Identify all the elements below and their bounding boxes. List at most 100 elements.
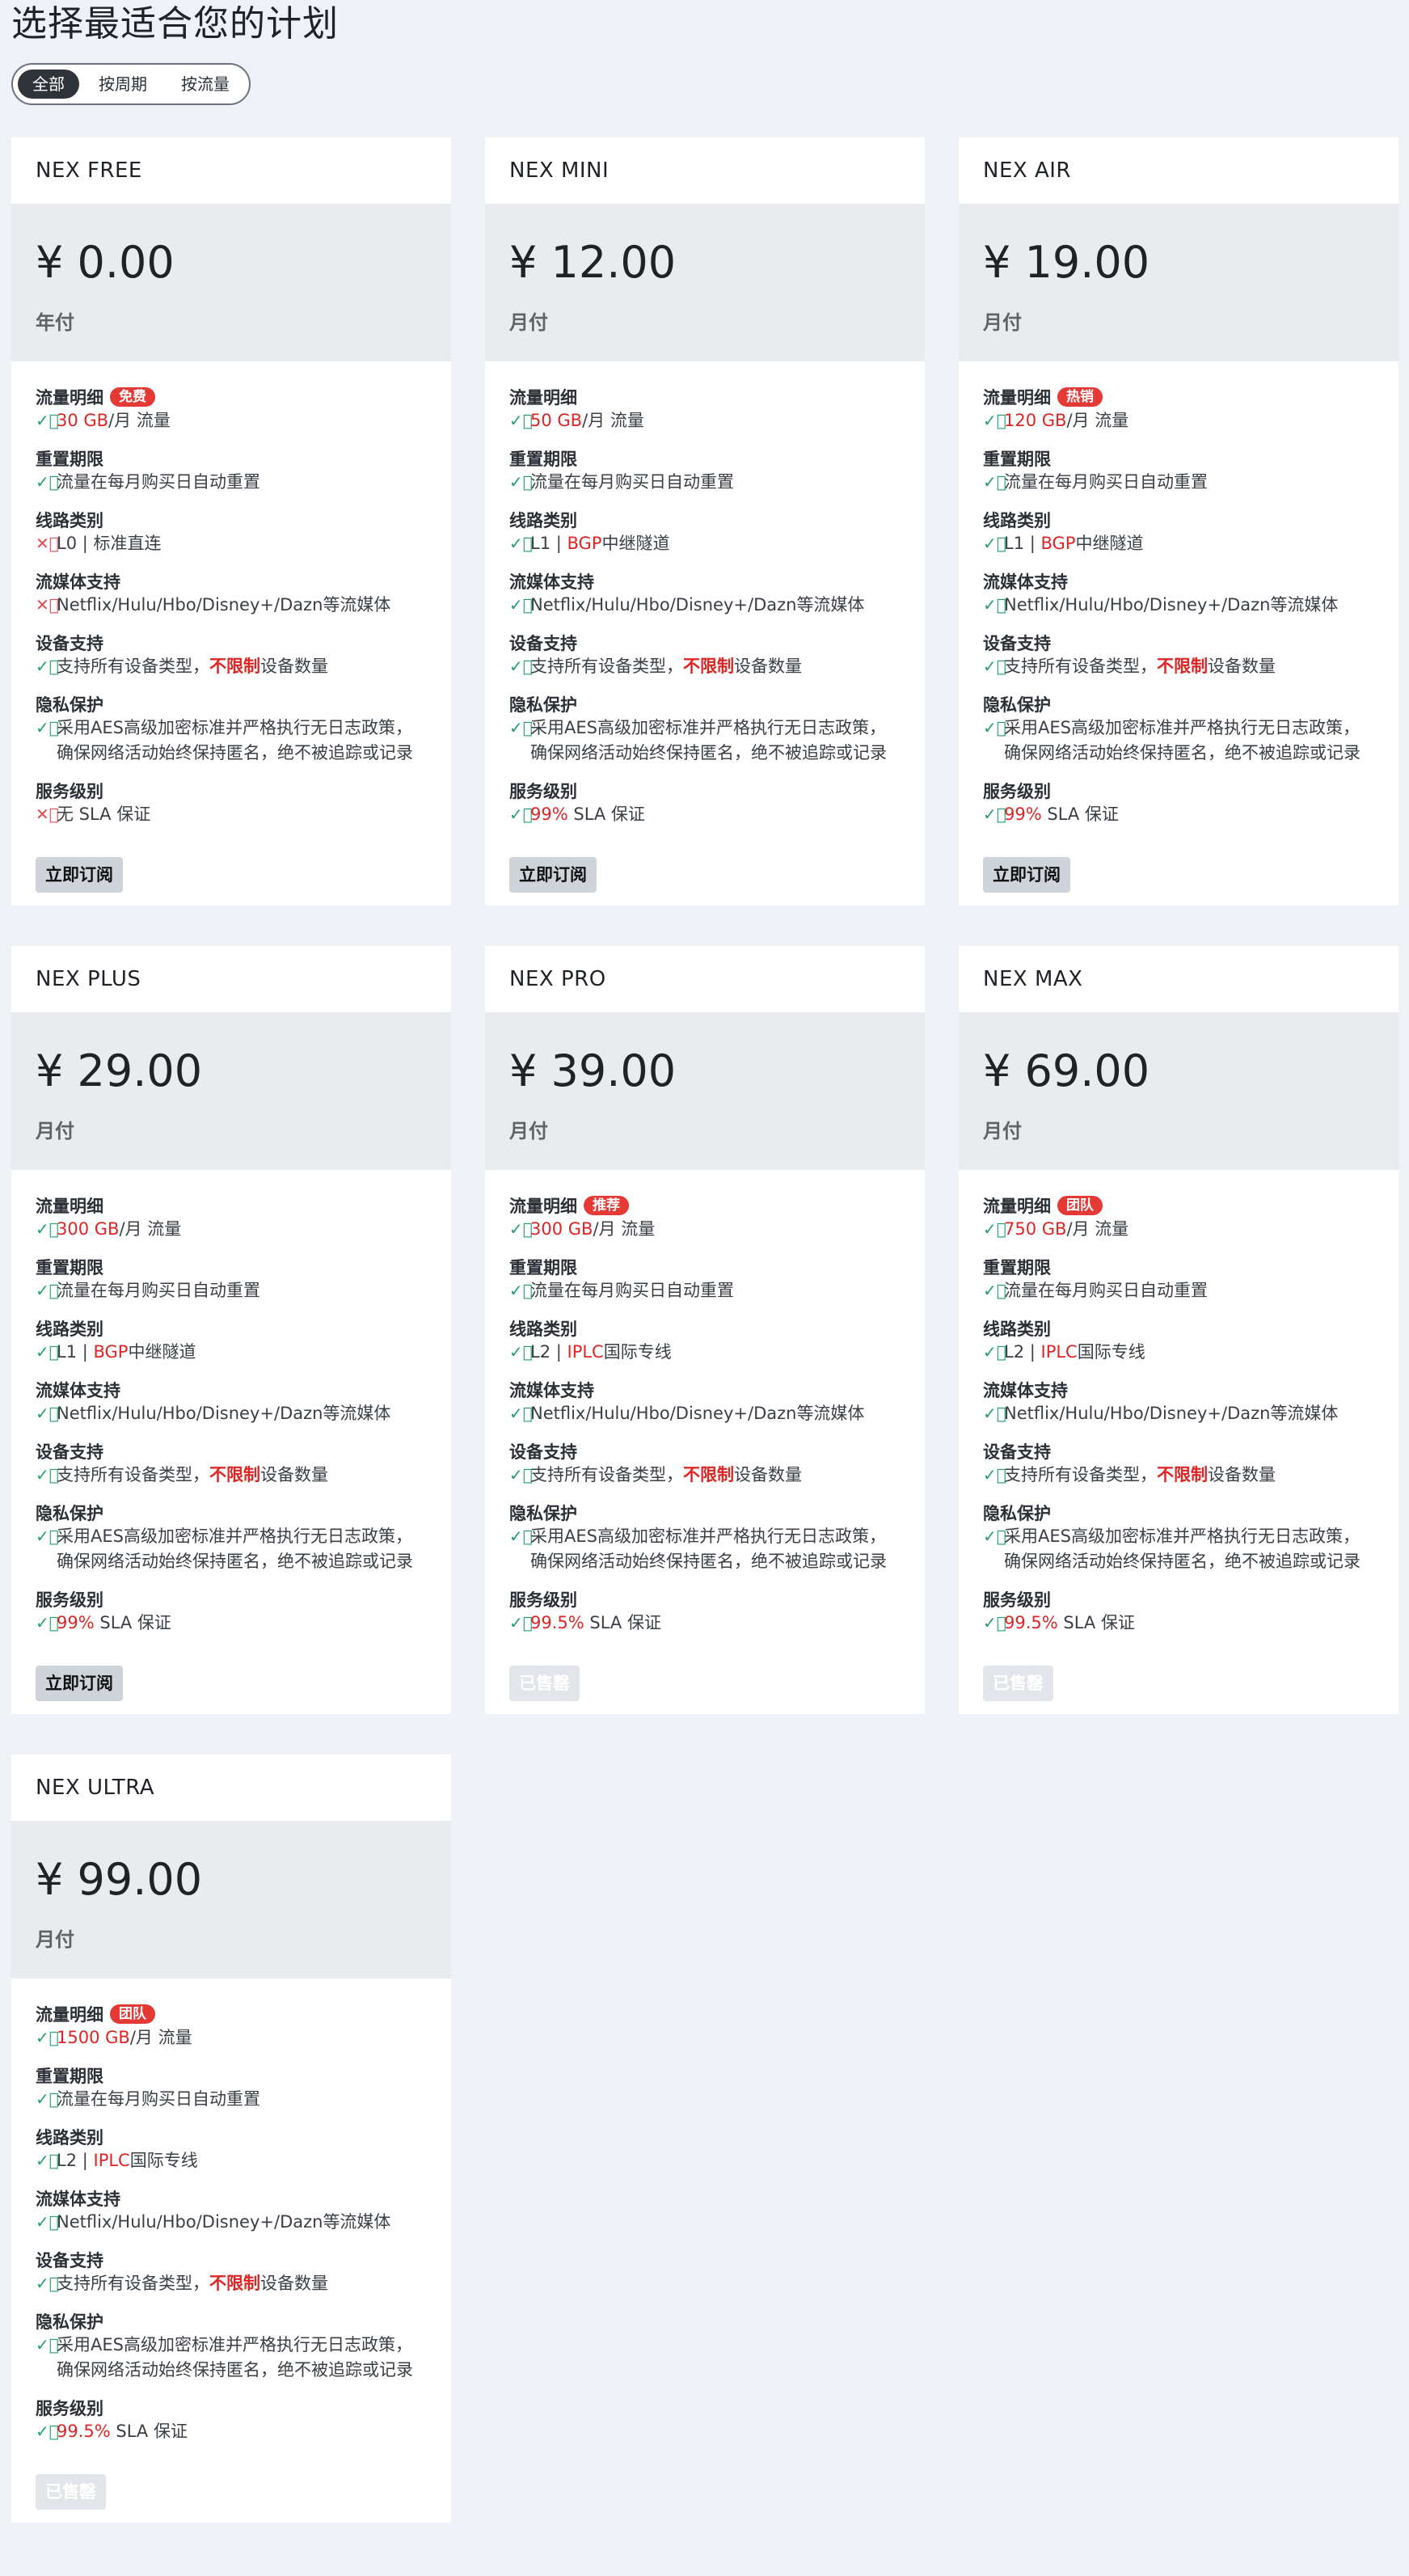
check-circle-icon: ✓⃝	[36, 718, 59, 737]
plan-header: NEX AIR	[959, 137, 1398, 205]
feature-streaming: 流媒体支持 ✕⃝ Netflix/Hulu/Hbo/Disney+/Dazn等流媒…	[36, 570, 427, 618]
plan-name: NEX PLUS	[36, 967, 141, 991]
feature-title: 流量明细	[983, 1197, 1051, 1216]
x-circle-icon: ✕⃝	[36, 804, 59, 824]
feature-title: 线路类别	[509, 511, 577, 530]
subscribe-button[interactable]: 立即订阅	[36, 1666, 123, 1701]
privacy-text: 采用AES高级加密标准并严格执行无日志政策，确保网络活动始终保持匿名，绝不被追踪…	[1004, 1527, 1360, 1571]
feature-title: 服务级别	[509, 1590, 577, 1610]
route-type: 标准直连	[93, 534, 162, 553]
feature-traffic: 流量明细 团队 ✓⃝ 1500 GB/月 流量	[36, 2003, 427, 2050]
sold-out-button[interactable]: 已售罄	[36, 2474, 106, 2510]
feature-device: 设备支持 ✓⃝ 支持所有设备类型，不限制设备数量	[983, 1440, 1374, 1488]
route-type: 国际专线	[603, 1342, 672, 1362]
feature-route: 线路类别 ✓⃝ L1 | BGP中继隧道	[983, 509, 1374, 556]
sold-out-button[interactable]: 已售罄	[983, 1666, 1053, 1701]
feature-traffic: 流量明细 推荐 ✓⃝ 300 GB/月 流量	[509, 1194, 901, 1242]
feature-device: 设备支持 ✓⃝ 支持所有设备类型，不限制设备数量	[509, 1440, 901, 1488]
route-tier: L0 |	[57, 534, 94, 553]
route-tier: L2 |	[530, 1342, 567, 1362]
feature-privacy: 隐私保护 ✓⃝ 采用AES高级加密标准并严格执行无日志政策，确保网络活动始终保持匿…	[509, 1501, 901, 1574]
feature-traffic: 流量明细 免费 ✓⃝ 30 GB/月 流量	[36, 386, 427, 433]
plan-grid: NEX FREE ¥ 0.00 年付 流量明细 免费 ✓⃝ 30 GB/月 流量 重…	[11, 137, 1398, 2563]
privacy-text: 采用AES高级加密标准并严格执行无日志政策，确保网络活动始终保持匿名，绝不被追踪…	[57, 718, 413, 762]
filter-all[interactable]: 全部	[18, 70, 79, 99]
feature-title: 流媒体支持	[983, 1381, 1068, 1400]
plan-name: NEX ULTRA	[36, 1776, 155, 1800]
device-unlimited: 不限制	[683, 1465, 734, 1484]
check-circle-icon: ✓⃝	[36, 1219, 59, 1239]
billing-cycle: 年付	[36, 311, 74, 334]
feature-title: 重置期限	[983, 450, 1051, 469]
check-circle-icon: ✓⃝	[509, 411, 533, 430]
feature-title: 流媒体支持	[509, 572, 594, 592]
feature-title: 设备支持	[509, 634, 577, 653]
sla-value: 99.5%	[530, 1613, 584, 1632]
plan-header: NEX FREE	[11, 137, 451, 205]
subscribe-button[interactable]: 立即订阅	[509, 857, 597, 893]
feature-device: 设备支持 ✓⃝ 支持所有设备类型，不限制设备数量	[36, 2249, 427, 2296]
check-circle-icon: ✓⃝	[509, 804, 533, 824]
check-circle-icon: ✓⃝	[36, 657, 59, 676]
privacy-text: 采用AES高级加密标准并严格执行无日志政策，确保网络活动始终保持匿名，绝不被追踪…	[57, 2335, 413, 2380]
reset-text: 流量在每月购买日自动重置	[530, 472, 734, 492]
feature-route: 线路类别 ✕⃝ L0 | 标准直连	[36, 509, 427, 556]
reset-text: 流量在每月购买日自动重置	[57, 2089, 260, 2109]
feature-title: 设备支持	[36, 634, 103, 653]
feature-title: 流量明细	[509, 1197, 577, 1216]
route-type: 国际专线	[129, 2151, 198, 2170]
check-circle-icon: ✓⃝	[983, 472, 1006, 492]
check-circle-icon: ✓⃝	[509, 718, 533, 737]
feature-route: 线路类别 ✓⃝ L2 | IPLC国际专线	[36, 2126, 427, 2173]
check-circle-icon: ✓⃝	[36, 2274, 59, 2293]
route-highlight: IPLC	[93, 2151, 130, 2170]
device-unlimited: 不限制	[1157, 1465, 1208, 1484]
plan-badge: 热销	[1057, 387, 1103, 407]
streaming-text: Netflix/Hulu/Hbo/Disney+/Dazn等流媒体	[57, 595, 391, 614]
plan-card-nex-free: NEX FREE ¥ 0.00 年付 流量明细 免费 ✓⃝ 30 GB/月 流量 重…	[11, 137, 451, 906]
feature-list: 流量明细 推荐 ✓⃝ 300 GB/月 流量 重置期限 ✓⃝ 流量在每月购买日自动重置…	[485, 1170, 925, 1701]
feature-title: 线路类别	[983, 1320, 1051, 1339]
streaming-text: Netflix/Hulu/Hbo/Disney+/Dazn等流媒体	[1004, 595, 1339, 614]
feature-title: 设备支持	[36, 2251, 103, 2270]
feature-list: 流量明细 热销 ✓⃝ 120 GB/月 流量 重置期限 ✓⃝ 流量在每月购买日自动重置…	[959, 361, 1398, 893]
price-box: ¥ 19.00 月付	[959, 205, 1398, 361]
filter-by-traffic[interactable]: 按流量	[167, 70, 244, 99]
plan-card-nex-plus: NEX PLUS ¥ 29.00 月付 流量明细 ✓⃝ 300 GB/月 流量 重…	[11, 946, 451, 1714]
traffic-value: 50 GB	[530, 411, 583, 430]
feature-reset: 重置期限 ✓⃝ 流量在每月购买日自动重置	[983, 447, 1374, 495]
feature-reset: 重置期限 ✓⃝ 流量在每月购买日自动重置	[983, 1256, 1374, 1303]
check-circle-icon: ✓⃝	[36, 472, 59, 492]
sold-out-button[interactable]: 已售罄	[509, 1666, 580, 1701]
check-circle-icon: ✓⃝	[509, 1613, 533, 1632]
price-box: ¥ 29.00 月付	[11, 1013, 451, 1170]
device-text: 支持所有设备类型，	[57, 657, 209, 676]
traffic-suffix: /月 流量	[129, 2028, 192, 2047]
check-circle-icon: ✓⃝	[983, 534, 1006, 553]
subscribe-button[interactable]: 立即订阅	[983, 857, 1070, 893]
device-count: 设备数量	[260, 1465, 328, 1484]
filter-by-cycle[interactable]: 按周期	[84, 70, 162, 99]
plan-price: ¥ 12.00	[509, 237, 677, 288]
billing-cycle: 月付	[36, 1928, 74, 1951]
sla-text: SLA 保证	[110, 2422, 188, 2441]
feature-title: 隐私保护	[509, 1504, 577, 1523]
feature-route: 线路类别 ✓⃝ L1 | BGP中继隧道	[36, 1317, 427, 1365]
device-unlimited: 不限制	[209, 657, 260, 676]
sla-value: 99%	[530, 804, 568, 824]
subscribe-button[interactable]: 立即订阅	[36, 857, 123, 893]
check-circle-icon: ✓⃝	[36, 2335, 59, 2354]
feature-sla: 服务级别 ✓⃝ 99.5% SLA 保证	[36, 2397, 427, 2444]
feature-title: 设备支持	[983, 1442, 1051, 1462]
privacy-text: 采用AES高级加密标准并严格执行无日志政策，确保网络活动始终保持匿名，绝不被追踪…	[530, 718, 887, 762]
price-box: ¥ 39.00 月付	[485, 1013, 925, 1170]
feature-traffic: 流量明细 热销 ✓⃝ 120 GB/月 流量	[983, 386, 1374, 433]
check-circle-icon: ✓⃝	[36, 2028, 59, 2047]
device-unlimited: 不限制	[683, 657, 734, 676]
feature-title: 隐私保护	[983, 695, 1051, 715]
check-circle-icon: ✓⃝	[36, 2089, 59, 2109]
feature-title: 服务级别	[36, 782, 103, 801]
check-circle-icon: ✓⃝	[509, 1404, 533, 1423]
feature-privacy: 隐私保护 ✓⃝ 采用AES高级加密标准并严格执行无日志政策，确保网络活动始终保持匿…	[36, 1501, 427, 1574]
feature-title: 服务级别	[983, 782, 1051, 801]
